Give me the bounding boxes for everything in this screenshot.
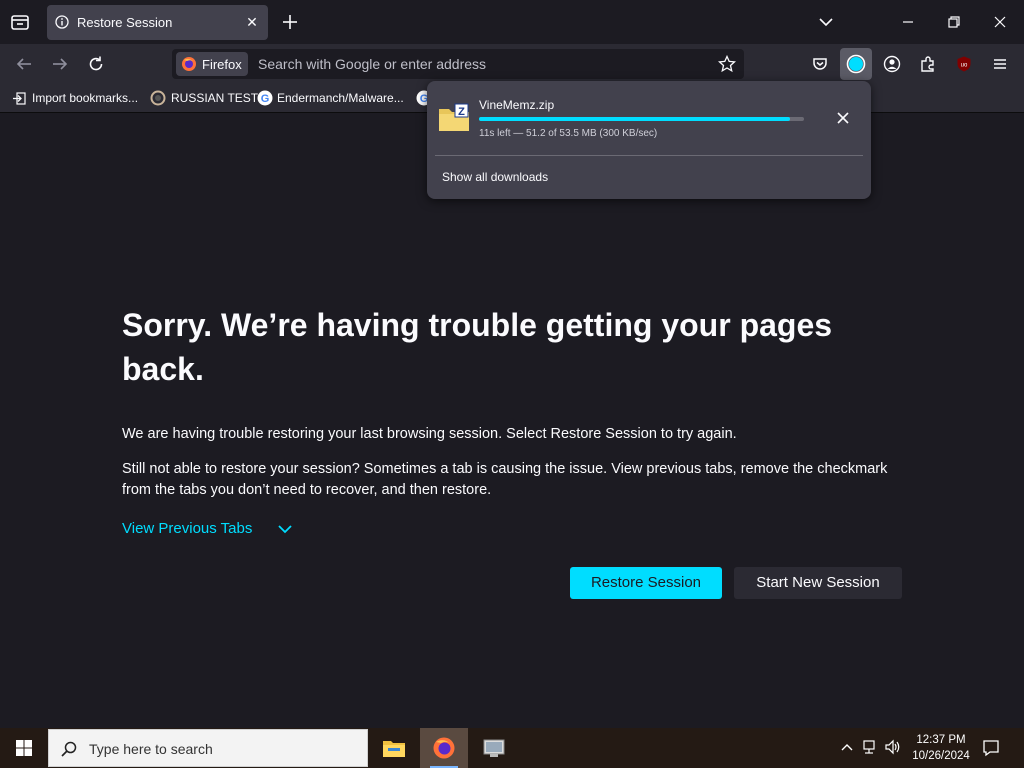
bookmark-endermanch[interactable]: Endermanch/Malware...: [277, 91, 404, 105]
close-icon: [837, 112, 849, 124]
system-clock[interactable]: 12:37 PM 10/26/2024: [906, 732, 976, 764]
download-progress-bar: [479, 117, 804, 121]
minimize-icon[interactable]: [898, 12, 918, 32]
identity-box[interactable]: Firefox: [176, 52, 248, 76]
restore-session-button[interactable]: Restore Session: [570, 567, 722, 599]
navigation-toolbar: Firefox Search with Google or enter addr…: [0, 44, 1024, 84]
download-filename: VineMemz.zip: [479, 98, 555, 112]
google-icon: G: [257, 90, 273, 111]
url-input[interactable]: Search with Google or enter address: [258, 56, 486, 72]
zip-folder-icon: Z: [438, 103, 470, 138]
chevron-up-icon[interactable]: [840, 740, 854, 759]
taskbar-search-box[interactable]: Type here to search: [48, 729, 368, 767]
chevron-down-icon: [276, 520, 294, 542]
reload-icon[interactable]: [82, 51, 110, 77]
info-icon: [55, 15, 69, 34]
windows-taskbar: Type here to search 12:37 PM 10/26/2024: [0, 728, 1024, 768]
tab-strip: Restore Session ✕: [0, 0, 1024, 44]
firefox-icon: [181, 56, 197, 77]
windows-start-icon[interactable]: [0, 728, 48, 768]
view-previous-tabs-label: View Previous Tabs: [122, 520, 253, 537]
restore-help-text: Still not able to restore your session? …: [122, 461, 888, 498]
svg-text:Z: Z: [458, 106, 465, 118]
restore-icon[interactable]: [944, 12, 964, 32]
svg-text:G: G: [261, 93, 270, 105]
app-icon[interactable]: [470, 728, 518, 768]
svg-text:uo: uo: [961, 63, 968, 69]
new-tab-icon[interactable]: [280, 12, 300, 32]
tab-title: Restore Session: [77, 15, 173, 30]
close-icon[interactable]: ✕: [244, 14, 260, 30]
pocket-icon[interactable]: [806, 51, 834, 77]
import-icon: [12, 91, 27, 111]
download-item[interactable]: Z VineMemz.zip 11s left — 51.2 of 53.5 M…: [435, 89, 863, 147]
bookmark-russian-test[interactable]: RUSSIAN TEST: [171, 91, 258, 105]
file-explorer-icon[interactable]: [370, 728, 418, 768]
downloads-icon[interactable]: [840, 48, 872, 80]
downloads-panel: Z VineMemz.zip 11s left — 51.2 of 53.5 M…: [427, 81, 871, 199]
firefox-taskbar-icon[interactable]: [420, 728, 468, 768]
network-icon[interactable]: [862, 739, 880, 760]
account-icon[interactable]: [878, 51, 906, 77]
clock-time: 12:37 PM: [916, 734, 966, 746]
close-window-icon[interactable]: [990, 12, 1010, 32]
chevron-down-icon[interactable]: [816, 13, 836, 31]
search-icon: [60, 740, 78, 763]
star-icon[interactable]: [717, 54, 737, 78]
clock-date: 10/26/2024: [912, 750, 970, 762]
bookmark-import[interactable]: Import bookmarks...: [32, 91, 138, 105]
identity-label: Firefox: [202, 57, 242, 72]
tab-restore-session[interactable]: Restore Session ✕: [47, 5, 268, 40]
menu-icon[interactable]: [986, 51, 1014, 77]
restore-description: We are having trouble restoring your las…: [122, 426, 737, 442]
cancel-download-button[interactable]: [831, 106, 855, 130]
firefox-view-icon[interactable]: [8, 11, 32, 33]
volume-icon[interactable]: [884, 739, 902, 760]
view-previous-tabs-button[interactable]: View Previous Tabs: [122, 520, 292, 537]
taskbar-search-placeholder: Type here to search: [89, 741, 213, 757]
download-status: 11s left — 51.2 of 53.5 MB (300 KB/sec): [479, 128, 658, 139]
bookmark-favicon-icon: [150, 90, 166, 111]
notification-icon[interactable]: [982, 739, 1000, 762]
address-bar[interactable]: Firefox Search with Google or enter addr…: [172, 49, 744, 79]
ublock-icon[interactable]: uo: [950, 51, 978, 77]
show-all-downloads-link[interactable]: Show all downloads: [442, 170, 548, 184]
page-title: Sorry. We’re having trouble getting your…: [122, 307, 833, 387]
start-new-session-button[interactable]: Start New Session: [734, 567, 902, 599]
page-content: Sorry. We’re having trouble getting your…: [0, 113, 1024, 728]
forward-icon[interactable]: [46, 51, 74, 77]
extensions-icon[interactable]: [914, 51, 942, 77]
divider: [435, 155, 863, 156]
back-icon[interactable]: [10, 51, 38, 77]
download-progress-fill: [479, 117, 791, 121]
